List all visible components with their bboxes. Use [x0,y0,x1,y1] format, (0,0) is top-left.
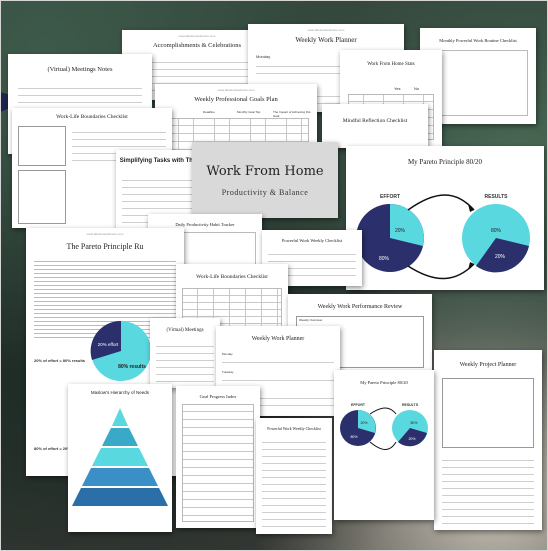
ruled-lines [222,356,334,368]
arrow-icon [407,194,475,211]
hero-title: Work From Home [206,164,324,179]
sheet-title: Mindful Reflection Checklist [342,118,408,124]
column-deadline: Deadline [203,110,215,114]
action-box [18,170,66,224]
column-no: No [414,86,420,91]
value-4: 20% [408,437,415,441]
sheet-title: Powerful Work Weekly Checklist [267,426,321,431]
sheet-weekly-project: Weekly Project Planner [434,350,542,530]
column-yes: Yes [394,86,401,91]
sheet-title: Weekly Professional Goals Plan [194,96,278,103]
effort-label: EFFORT [351,403,366,407]
sheet-title: (Virtual) Meetings [166,328,204,333]
row-label: Monday [256,54,271,59]
sheet-pareto-chart: My Pareto Principle 80/20 EFFORT RESULTS… [346,146,544,290]
sheet-title: Work From Home Stats [367,62,415,67]
pareto-diagram: EFFORT RESULTS 20% 80% 80% 20% [356,194,530,280]
effort-label: EFFORT [380,194,400,200]
sheet-title: Powerful Work Weekly Checklist [281,238,343,243]
sheet-title: The Pareto Principle Ru [66,242,144,251]
effort-large-value: 80% [379,256,390,262]
pie-large-label: 80% results [118,364,146,370]
habit-grid [428,50,528,116]
sheet-title: Work-Life Boundaries Checklist [196,274,268,280]
sheet-title: Goal Progress Index [199,394,237,399]
sheet-title: Monthly Powerful Work Routine Checklist [439,38,517,43]
column-impact: The Impact of Achieving this Goal [273,110,311,118]
sheet-maslow: Maslow's Hierarchy of Needs [68,384,172,532]
hero-subtitle: Productivity & Balance [221,188,309,197]
project-box [442,378,534,448]
pareto-pie: 20% effort 80% results [90,320,151,381]
sheet-title: Maslow's Hierarchy of Needs [90,390,150,395]
overview-label: Weekly Overview [299,318,323,322]
sheet-virtual-meetings-2: (Virtual) Meetings [150,318,220,388]
arrow-icon [407,263,475,280]
pie-small-label: 20% effort [98,342,119,347]
note-1: 20% of effort = 80% results [34,358,86,363]
sheet-title: Weekly Project Planner [459,362,517,368]
brand-url: www.fabulousandmore.com [86,232,124,236]
notes-box [18,126,66,166]
sheet-title: Weekly Work Planner [295,36,357,44]
ruled-lines [156,340,214,384]
ruled-lines [222,374,334,386]
sheet-title: Simplifying Tasks with The [119,158,197,164]
results-label: RESULTS [485,194,509,200]
sheet-title: Weekly Work Performance Review [317,304,403,310]
sheet-powerful-daily: Powerful Work Weekly Checklist [256,418,332,534]
ruled-lines [442,454,534,524]
pareto-small-diagram: EFFORT RESULTS 20% 80% 80% 20% [340,403,428,450]
brand-url: www.fabulousandmore.com [217,88,255,92]
results-small-value: 20% [495,254,506,260]
maslow-pyramid [72,408,168,506]
results-large-value: 80% [491,228,502,234]
arrowhead-icon [468,262,474,270]
value-1: 20% [360,421,367,425]
column-monthly: Monthly Goal Top [237,110,261,114]
sheet-title: Daily Productivity Habit Tracker [175,222,235,227]
ruled-lines [262,436,326,528]
progress-grid [182,404,254,522]
sheet-title: (Virtual) Meetings Notes [47,66,113,73]
effort-small-value: 20% [395,228,406,234]
sheet-goal-progress: Goal Progress Index [176,386,260,528]
sheet-pareto-small: My Pareto Principle 80/20 EFFORT RESULTS… [334,370,434,520]
value-2: 80% [350,435,357,439]
brand-url: www.fabulousandmore.com [307,28,345,32]
sheet-title: Weekly Work Planner [251,336,305,342]
value-3: 80% [410,421,417,425]
hero-card: Work From Home Productivity & Balance [192,142,338,218]
sheet-title: Work-Life Boundaries Checklist [56,114,128,120]
results-label: RESULTS [402,403,419,407]
